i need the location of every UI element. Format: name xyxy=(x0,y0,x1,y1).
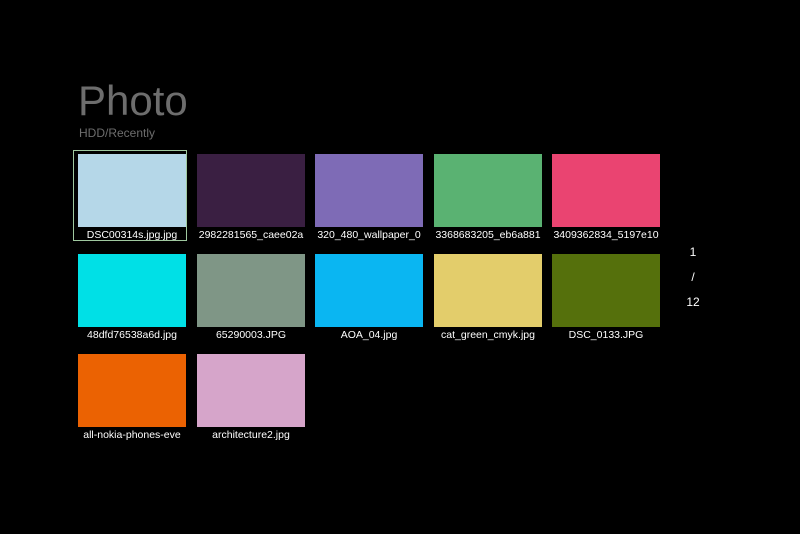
photo-thumbnail xyxy=(434,154,542,227)
photo-thumbnail xyxy=(315,154,423,227)
photo-thumbnail xyxy=(78,154,186,227)
photo-filename: 3409362834_5197e10 xyxy=(553,229,659,241)
photo-tile[interactable]: 65290003.JPG xyxy=(197,254,305,346)
photo-tile[interactable]: AOA_04.jpg xyxy=(315,254,423,346)
photo-tile[interactable]: DSC_0133.JPG xyxy=(552,254,660,346)
photo-filename: cat_green_cmyk.jpg xyxy=(441,329,535,341)
page-current: 1 xyxy=(689,245,697,259)
photo-filename: DSC_0133.JPG xyxy=(568,329,644,341)
photo-thumbnail xyxy=(434,254,542,327)
photo-thumbnail xyxy=(197,254,305,327)
photo-tile[interactable]: cat_green_cmyk.jpg xyxy=(434,254,542,346)
photo-filename: all-nokia-phones-eve xyxy=(83,429,181,441)
photo-tile[interactable]: 2982281565_caee02a xyxy=(197,154,305,246)
photo-thumbnail xyxy=(552,154,660,227)
page-total: 12 xyxy=(686,295,700,309)
photo-tile[interactable]: architecture2.jpg xyxy=(197,354,305,446)
photo-filename: 2982281565_caee02a xyxy=(198,229,304,241)
photo-filename: architecture2.jpg xyxy=(212,429,290,441)
photo-thumbnail xyxy=(78,354,186,427)
photo-tile[interactable]: 48dfd76538a6d.jpg xyxy=(78,254,186,346)
breadcrumb: HDD/Recently xyxy=(79,126,156,140)
photo-tile[interactable]: all-nokia-phones-eve xyxy=(78,354,186,446)
photo-tile[interactable]: 320_480_wallpaper_0 xyxy=(315,154,423,246)
photo-filename: DSC00314s.jpg.jpg xyxy=(86,229,178,241)
photo-filename: 65290003.JPG xyxy=(215,329,287,341)
photo-tile[interactable]: DSC00314s.jpg.jpg xyxy=(73,150,187,246)
photo-tile[interactable]: 3368683205_eb6a881 xyxy=(434,154,542,246)
page-separator: / xyxy=(691,270,695,284)
photo-filename: 48dfd76538a6d.jpg xyxy=(87,329,177,341)
photo-filename: 320_480_wallpaper_0 xyxy=(317,229,421,241)
photo-thumbnail xyxy=(78,254,186,327)
photo-thumbnail xyxy=(197,154,305,227)
photo-thumbnail xyxy=(315,254,423,327)
photo-filename: 3368683205_eb6a881 xyxy=(435,229,541,241)
photo-filename: AOA_04.jpg xyxy=(340,329,398,341)
photo-thumbnail xyxy=(197,354,305,427)
page-title: Photo xyxy=(78,77,188,124)
photo-tile[interactable]: 3409362834_5197e10 xyxy=(552,154,660,246)
photo-thumbnail xyxy=(552,254,660,327)
